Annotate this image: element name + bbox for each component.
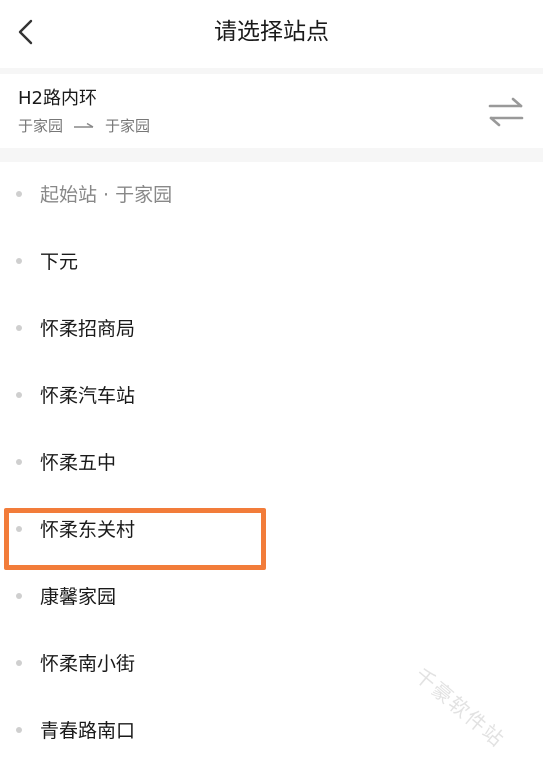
section-divider	[0, 148, 543, 162]
stop-label: 起始站 · 于家园	[40, 184, 173, 206]
stop-dot	[16, 660, 22, 666]
stop-dot	[16, 325, 22, 331]
stop-dot	[16, 593, 22, 599]
route-origin: 于家园	[18, 117, 64, 135]
stop-label: 怀柔汽车站	[40, 385, 136, 407]
stop-item-highlighted[interactable]: 怀柔东关村	[0, 497, 543, 564]
stop-item[interactable]: 怀柔五中	[0, 430, 543, 497]
stop-item-start[interactable]: 起始站 · 于家园	[0, 162, 543, 229]
stop-item[interactable]: 怀柔汽车站	[0, 363, 543, 430]
stop-dot	[16, 191, 22, 197]
swap-direction-button[interactable]	[484, 92, 528, 132]
stop-dot	[16, 258, 22, 264]
stop-label: 怀柔南小街	[40, 653, 136, 675]
stop-dot	[16, 459, 22, 465]
stop-label: 康馨家园	[40, 586, 117, 608]
stop-item[interactable]: 怀柔招商局	[0, 296, 543, 363]
header-bar: 请选择站点	[0, 0, 543, 68]
stop-label: 怀柔东关村	[40, 519, 136, 541]
page-title: 请选择站点	[214, 19, 329, 45]
stop-dot	[16, 727, 22, 733]
stop-dot	[16, 526, 22, 532]
stop-label: 下元	[40, 251, 79, 273]
route-name: H2路内环	[18, 88, 97, 109]
arrow-right-icon	[73, 122, 95, 130]
stop-item[interactable]: 康馨家园	[0, 564, 543, 631]
stop-dot	[16, 392, 22, 398]
swap-direction-icon	[488, 97, 524, 127]
route-info-card: H2路内环 于家园 于家园	[0, 74, 543, 148]
stop-list: 起始站 · 于家园 下元 怀柔招商局 怀柔汽车站 怀柔五中 怀柔东关村 康馨家园…	[0, 162, 543, 765]
stop-label: 怀柔招商局	[40, 318, 136, 340]
stop-label: 怀柔五中	[40, 452, 117, 474]
stop-item[interactable]: 下元	[0, 229, 543, 296]
stop-label: 青春路南口	[40, 720, 136, 742]
route-direction: 于家园 于家园	[18, 116, 150, 136]
route-destination: 于家园	[105, 117, 151, 135]
